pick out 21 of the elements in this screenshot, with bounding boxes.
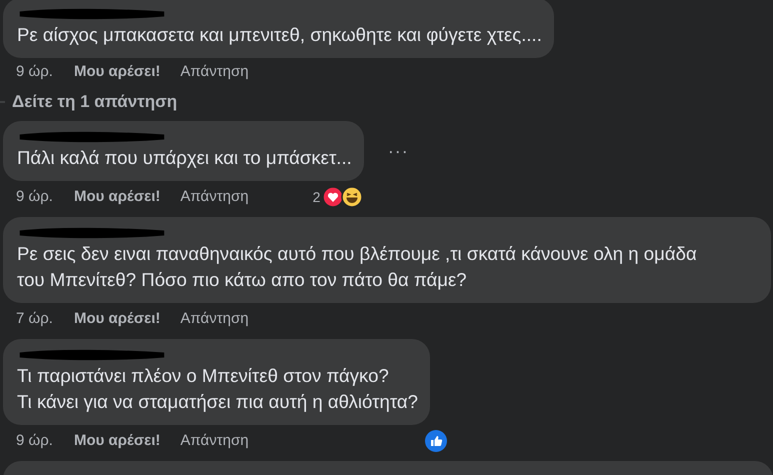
comment-time: 7 ώρ. bbox=[16, 310, 54, 327]
like-link[interactable]: Μου αρέσει! bbox=[74, 62, 160, 80]
reaction-count: 2 bbox=[312, 188, 320, 204]
view-replies-link[interactable]: Δείτε τη 1 απάντηση bbox=[12, 92, 178, 112]
comment-text: Πάλι καλά που υπάρχει και το μπάσκετ... bbox=[17, 146, 352, 170]
reply-link[interactable]: Απάντηση bbox=[180, 432, 249, 449]
comment-text: Τι κάνει για να σταματήσει πια αυτή η αθλιότητα? bbox=[17, 390, 418, 414]
like-link[interactable]: Μου αρέσει! bbox=[74, 310, 160, 327]
comment-text: του Μπενίτεθ? Πόσο πιο κάτω απο τον πάτο θα πάμε? bbox=[17, 268, 468, 292]
comment-text: Ρε αίσχος μπακασετα και μπενιτεθ, σηκωθητε και φύγετε χτες.... bbox=[17, 23, 542, 47]
like-link[interactable]: Μου αρέσει! bbox=[74, 188, 160, 205]
comment-time: 9 ώρ. bbox=[16, 62, 54, 80]
comment-time: 9 ώρ. bbox=[16, 432, 54, 449]
comment-time: 9 ώρ. bbox=[16, 188, 54, 205]
comment-text: Ρε σεις δεν ειναι παναθηναικός αυτό που βλέπουμε ,τι σκατά κάνουνε ολη η ομάδα bbox=[17, 242, 698, 266]
reply-link[interactable]: Απάντηση bbox=[180, 62, 249, 80]
reply-link[interactable]: Απάντηση bbox=[180, 188, 249, 205]
like-link[interactable]: Μου αρέσει! bbox=[74, 432, 160, 449]
comment-text: Τι παριστάνει πλέον ο Μπενίτεθ στον πάγκο? bbox=[17, 364, 390, 388]
more-options-button[interactable]: ··· bbox=[382, 140, 415, 162]
reply-link[interactable]: Απάντηση bbox=[180, 310, 249, 327]
